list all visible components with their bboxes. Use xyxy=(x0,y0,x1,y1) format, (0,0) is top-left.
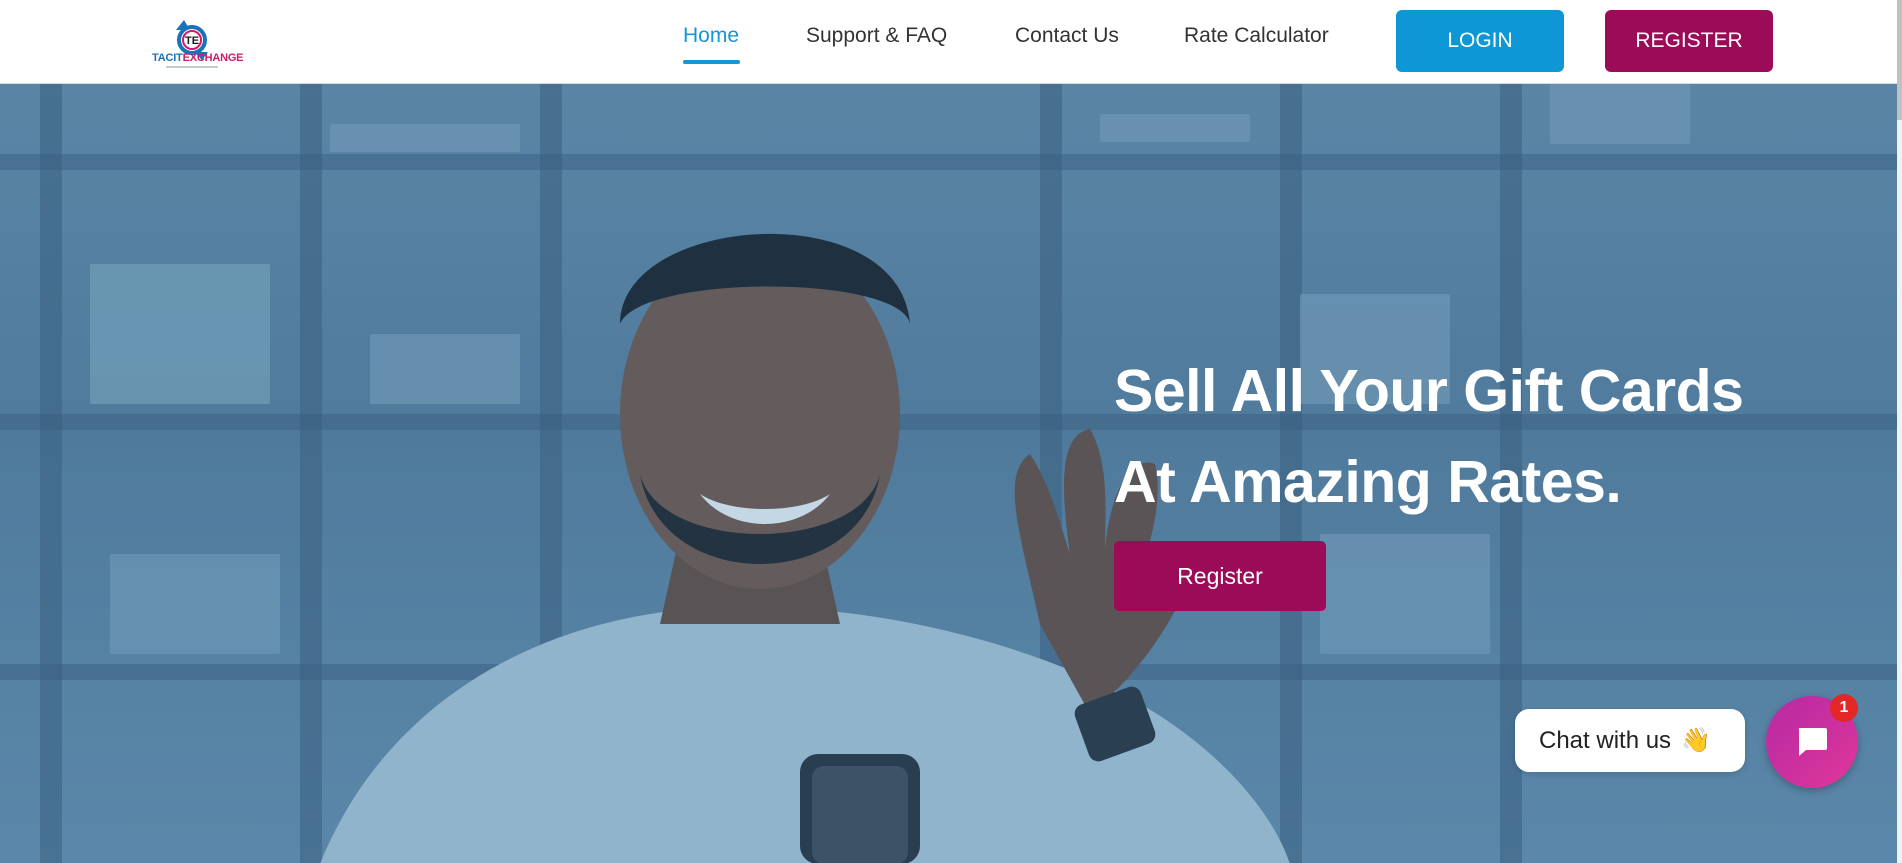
logo-tagline-line xyxy=(166,66,218,68)
register-button[interactable]: REGISTER xyxy=(1605,10,1773,72)
site-header: TE TACITEXCHANGE Home Support & FAQ Cont… xyxy=(0,0,1897,84)
chat-pill-text: Chat with us xyxy=(1539,726,1672,754)
brand-name-part1: TACIT xyxy=(152,52,183,64)
login-button[interactable]: LOGIN xyxy=(1396,10,1564,72)
brand-name: TACITEXCHANGE xyxy=(152,52,244,64)
nav-rate-calculator[interactable]: Rate Calculator xyxy=(1184,24,1329,48)
hero-register-button[interactable]: Register xyxy=(1114,541,1326,611)
chat-with-us-pill[interactable]: Chat with us 👋 xyxy=(1515,709,1745,772)
nav-home[interactable]: Home xyxy=(683,24,739,48)
logo-initials: TE xyxy=(185,35,199,47)
hero-headline: Sell All Your Gift Cards At Amazing Rate… xyxy=(1114,346,1744,528)
nav-active-indicator xyxy=(683,60,740,64)
waving-hand-icon: 👋 xyxy=(1681,727,1711,754)
page-scrollbar[interactable] xyxy=(1897,0,1902,863)
chat-bubble-icon xyxy=(1798,728,1827,756)
nav-contact-us[interactable]: Contact Us xyxy=(1015,24,1119,48)
chat-unread-badge: 1 xyxy=(1830,694,1858,722)
hero-headline-line1: Sell All Your Gift Cards xyxy=(1114,358,1744,424)
nav-support-faq[interactable]: Support & FAQ xyxy=(806,24,947,48)
hero-headline-line2: At Amazing Rates. xyxy=(1114,449,1622,515)
brand-name-part2: EXCHANGE xyxy=(182,52,244,64)
scrollbar-thumb[interactable] xyxy=(1897,0,1902,120)
